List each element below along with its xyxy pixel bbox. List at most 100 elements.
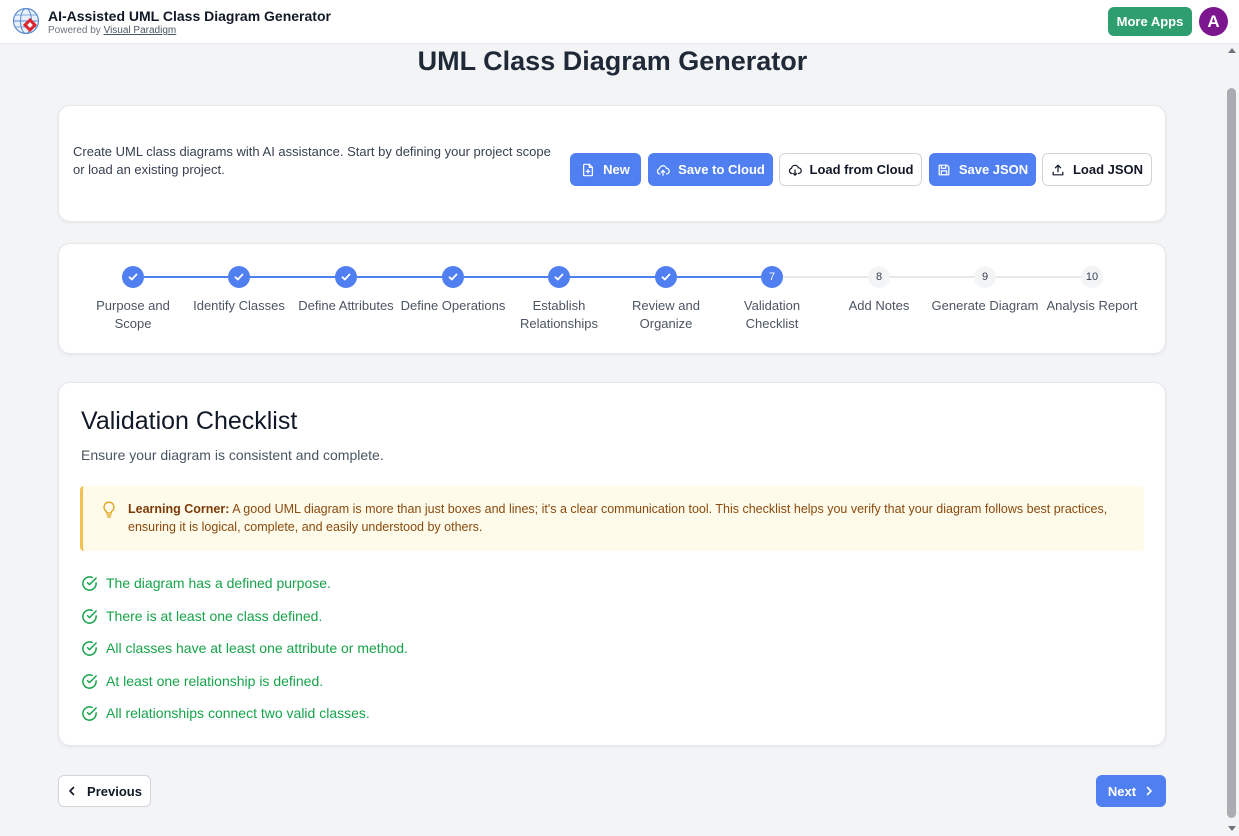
step-label-line: Purpose and — [96, 298, 170, 313]
step-2-label[interactable]: Identify Classes — [184, 297, 294, 315]
check-icon — [661, 273, 671, 281]
step-4-label[interactable]: Define Operations — [398, 297, 508, 315]
page-scrollbar[interactable] — [1225, 44, 1239, 836]
previous-label: Previous — [87, 783, 142, 799]
checklist-item: The diagram has a defined purpose. — [81, 573, 331, 593]
check-circle-icon — [82, 705, 97, 721]
step-label-line: Add Notes — [848, 298, 910, 313]
step-connector — [570, 276, 655, 278]
learning-corner-title: Learning Corner: — [128, 502, 230, 516]
check-icon — [448, 273, 458, 281]
app-title: AI-Assisted UML Class Diagram Generator — [48, 8, 331, 24]
step-connector — [144, 276, 228, 278]
step-6-label[interactable]: Review and Organize — [611, 297, 721, 333]
step-connector — [996, 276, 1081, 278]
next-label: Next — [1107, 783, 1137, 799]
step-9-label[interactable]: Generate Diagram — [930, 297, 1040, 315]
step-connector — [357, 276, 442, 278]
step-connector — [890, 276, 974, 278]
load-from-cloud-label: Load from Cloud — [809, 162, 914, 177]
step-label-line: Review and — [632, 298, 700, 313]
step-2-circle[interactable] — [228, 266, 250, 288]
step-1-circle[interactable] — [122, 266, 144, 288]
step-4-circle[interactable] — [442, 266, 464, 288]
learning-corner-text: Learning Corner: A good UML diagram is m… — [128, 500, 1128, 536]
step-1-label[interactable]: Purpose and Scope — [78, 297, 188, 333]
visual-paradigm-link[interactable]: Visual Paradigm — [104, 25, 177, 36]
scroll-up-arrow-icon[interactable] — [1228, 48, 1236, 53]
checklist-item-text: All classes have at least one attribute … — [106, 640, 408, 656]
save-json-label: Save JSON — [958, 162, 1029, 177]
floppy-disk-icon — [938, 164, 950, 175]
scroll-down-arrow-icon[interactable] — [1228, 826, 1236, 831]
step-8-circle[interactable]: 8 — [868, 266, 890, 288]
user-avatar[interactable]: A — [1199, 7, 1228, 36]
checklist-item: All classes have at least one attribute … — [81, 638, 408, 658]
check-icon — [554, 273, 564, 281]
step-3-circle[interactable] — [335, 266, 357, 288]
learning-corner-body: A good UML diagram is more than just box… — [128, 502, 1108, 534]
step-10-label[interactable]: Analysis Report — [1037, 297, 1147, 315]
save-json-button[interactable]: Save JSON — [929, 153, 1036, 186]
check-circle-icon — [82, 608, 97, 624]
save-to-cloud-button[interactable]: Save to Cloud — [648, 153, 773, 186]
checklist-item: All relationships connect two valid clas… — [81, 703, 370, 723]
step-5-circle[interactable] — [548, 266, 570, 288]
previous-button[interactable]: Previous — [58, 775, 151, 807]
step-label-line: Identify Classes — [193, 298, 285, 313]
step-connector — [677, 276, 761, 278]
check-icon — [341, 273, 351, 281]
checklist-item: There is at least one class defined. — [81, 606, 322, 626]
check-icon — [234, 273, 244, 281]
step-7-label[interactable]: Validation Checklist — [717, 297, 827, 333]
checklist-item-text: The diagram has a defined purpose. — [106, 575, 331, 591]
step-label-line: Define Operations — [400, 298, 506, 313]
step-label-line: Scope — [114, 316, 152, 331]
step-label-line: Validation — [743, 298, 801, 313]
checklist-item-text: All relationships connect two valid clas… — [106, 705, 370, 721]
checklist-item-text: At least one relationship is defined. — [106, 673, 324, 689]
chevron-left-icon — [69, 786, 75, 796]
validation-card: Validation Checklist Ensure your diagram… — [58, 382, 1166, 746]
step-label-line: Organize — [639, 316, 693, 331]
check-circle-icon — [82, 673, 97, 689]
new-button-label: New — [603, 162, 630, 177]
scroll-thumb[interactable] — [1227, 88, 1236, 818]
step-10-circle[interactable]: 10 — [1081, 266, 1103, 288]
step-8-label[interactable]: Add Notes — [824, 297, 934, 315]
check-circle-icon — [82, 575, 97, 591]
globe-logo-icon — [12, 7, 40, 35]
next-button[interactable]: Next — [1096, 775, 1166, 807]
step-connector — [464, 276, 548, 278]
new-button[interactable]: New — [570, 153, 641, 186]
cloud-upload-icon — [657, 164, 670, 176]
step-6-circle[interactable] — [655, 266, 677, 288]
step-label-line: Checklist — [745, 316, 799, 331]
chevron-right-icon — [1146, 786, 1152, 796]
step-3-label[interactable]: Define Attributes — [291, 297, 401, 315]
page-title: UML Class Diagram Generator — [417, 46, 808, 76]
step-5-label[interactable]: Establish Relationships — [504, 297, 614, 333]
step-label-line: Generate Diagram — [931, 298, 1039, 313]
cloud-download-icon — [788, 164, 802, 176]
step-7-circle[interactable]: 7 — [761, 266, 783, 288]
step-label-line: Establish — [532, 298, 586, 313]
load-json-button[interactable]: Load JSON — [1042, 153, 1152, 186]
lightbulb-icon — [103, 501, 115, 518]
file-plus-icon — [583, 163, 594, 176]
step-9-circle[interactable]: 9 — [974, 266, 996, 288]
check-icon — [128, 273, 138, 281]
step-connector — [783, 276, 868, 278]
top-bar: AI-Assisted UML Class Diagram Generator … — [0, 0, 1239, 44]
toolbar-card: Create UML class diagrams with AI assist… — [58, 105, 1166, 222]
step-connector — [250, 276, 335, 278]
save-to-cloud-label: Save to Cloud — [678, 162, 765, 177]
more-apps-button[interactable]: More Apps — [1108, 7, 1192, 36]
load-from-cloud-button[interactable]: Load from Cloud — [779, 153, 922, 186]
section-description: Ensure your diagram is consistent and co… — [81, 447, 384, 463]
powered-by: Powered by Visual Paradigm — [48, 25, 176, 36]
load-json-label: Load JSON — [1072, 162, 1144, 177]
check-circle-icon — [82, 640, 97, 656]
stepper-card: Purpose and Scope Identify Classes Defin… — [58, 243, 1166, 354]
intro-text: Create UML class diagrams with AI assist… — [73, 144, 551, 177]
